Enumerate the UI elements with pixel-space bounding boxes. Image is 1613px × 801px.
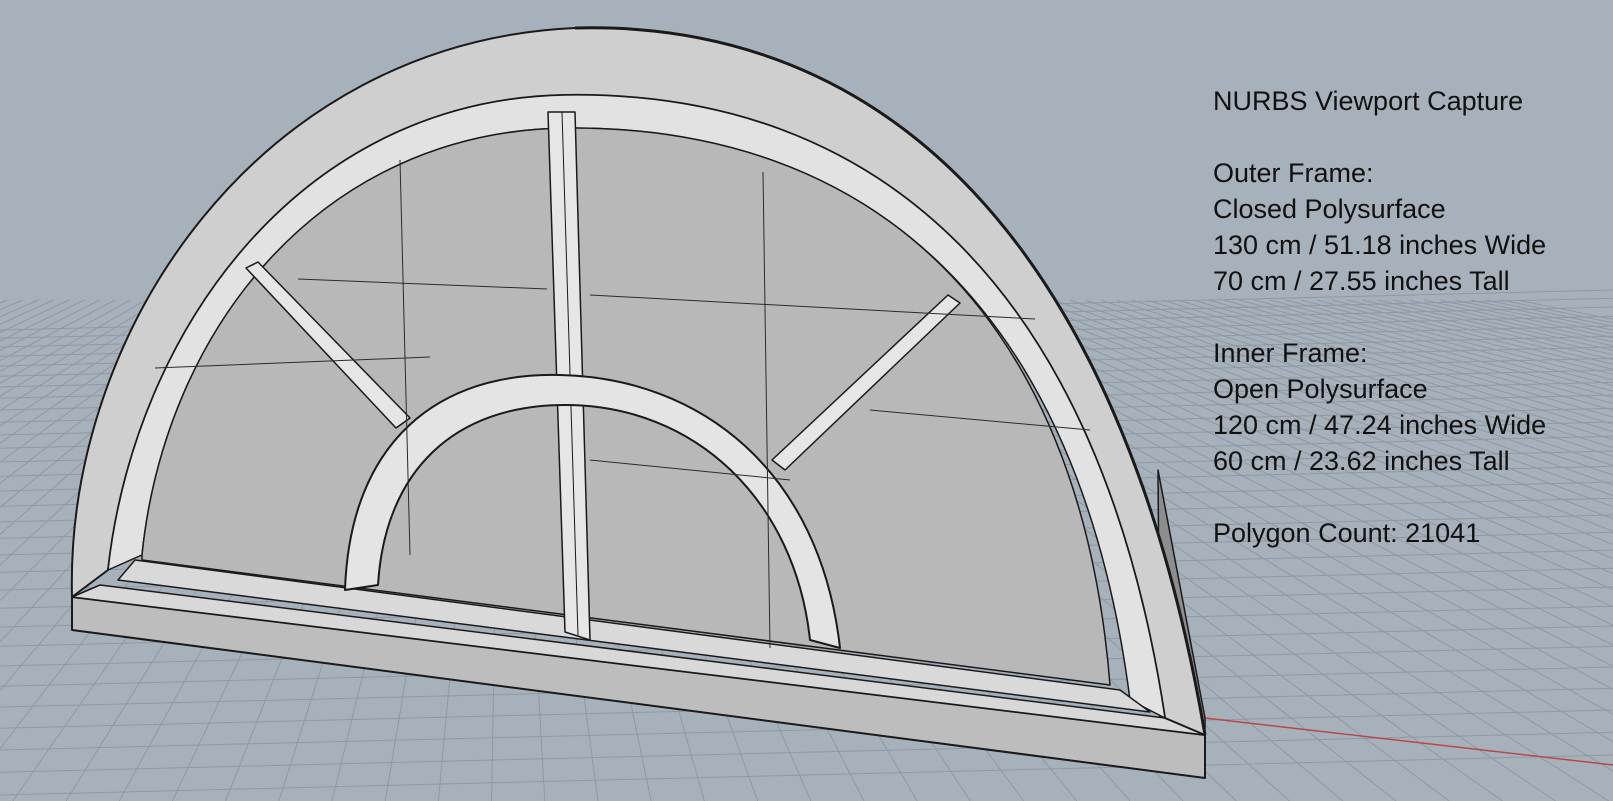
- inner-frame-heading: Inner Frame:: [1213, 338, 1368, 368]
- model-info-overlay: NURBS Viewport Capture Outer Frame: Clos…: [1213, 83, 1603, 551]
- inner-frame-type: Open Polysurface: [1213, 374, 1428, 404]
- outer-frame-height: 70 cm / 27.55 inches Tall: [1213, 266, 1510, 296]
- outer-frame-width: 130 cm / 51.18 inches Wide: [1213, 230, 1547, 260]
- outer-frame-type: Closed Polysurface: [1213, 194, 1446, 224]
- inner-frame-width: 120 cm / 47.24 inches Wide: [1213, 410, 1547, 440]
- outer-frame-heading: Outer Frame:: [1213, 158, 1374, 188]
- inner-frame-height: 60 cm / 23.62 inches Tall: [1213, 446, 1510, 476]
- polygon-count: Polygon Count: 21041: [1213, 518, 1481, 548]
- viewport-title: NURBS Viewport Capture: [1213, 86, 1524, 116]
